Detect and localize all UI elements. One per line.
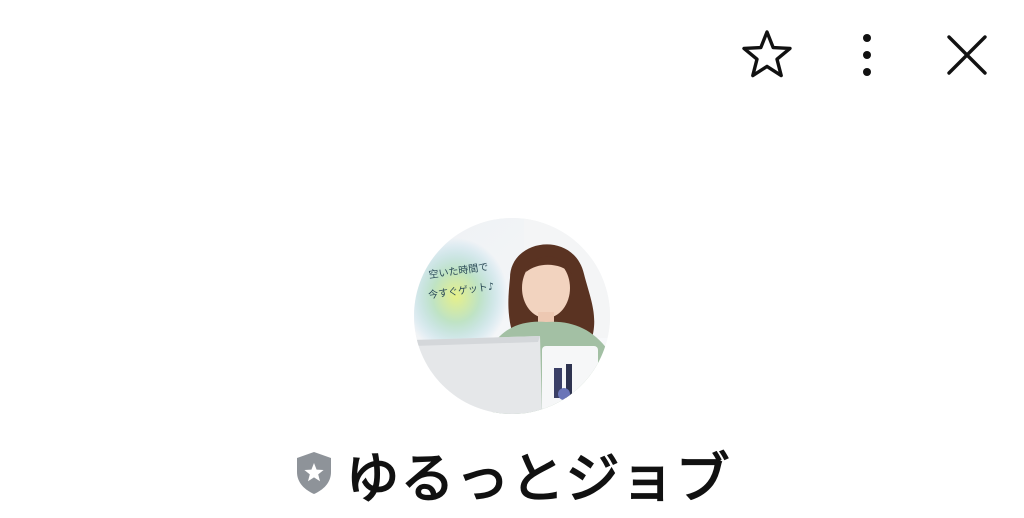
profile-screen: 空いた時間で 今すぐゲット♪ ゆるっとジョブ xyxy=(0,0,1024,518)
profile-avatar[interactable]: 空いた時間で 今すぐゲット♪ xyxy=(414,218,610,414)
avatar-image xyxy=(414,218,610,414)
top-toolbar xyxy=(734,22,1000,88)
more-options-button[interactable] xyxy=(834,22,900,88)
close-button[interactable] xyxy=(934,22,1000,88)
more-vertical-icon xyxy=(863,34,871,76)
shield-star-icon xyxy=(294,450,334,496)
star-icon xyxy=(742,30,792,78)
profile-name-row: ゆるっとジョブ xyxy=(0,440,1024,510)
favorite-button[interactable] xyxy=(734,22,800,88)
close-icon xyxy=(947,35,987,75)
profile-name: ゆるっとジョブ xyxy=(345,446,731,510)
